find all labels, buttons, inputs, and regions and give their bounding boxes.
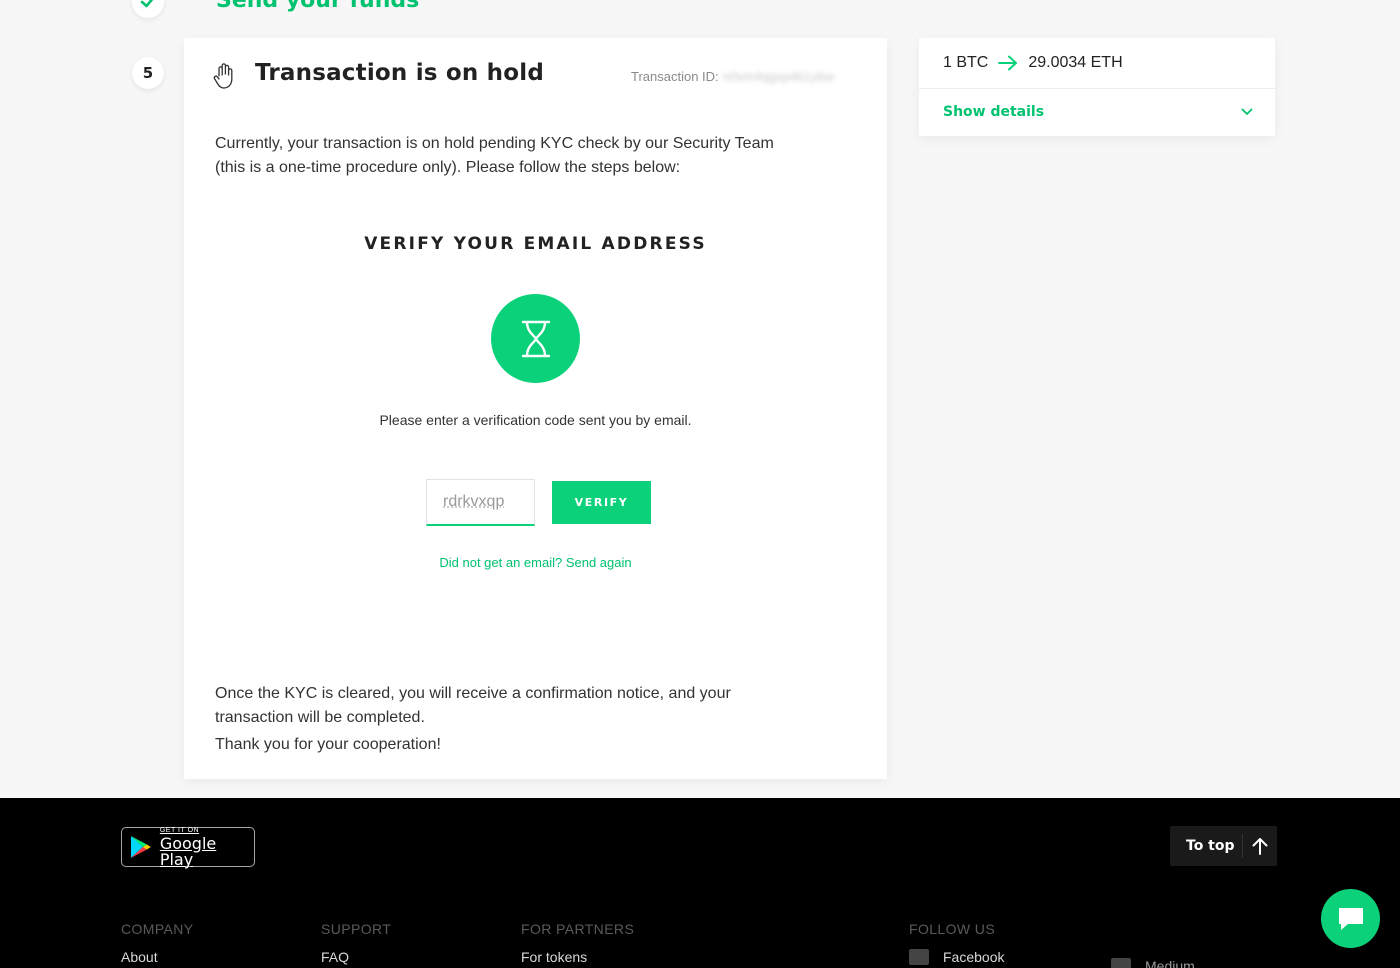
show-details-toggle[interactable]: Show details xyxy=(943,88,1253,136)
footer-column-follow-2: Medium xyxy=(1111,924,1195,968)
google-play-label: Google Play xyxy=(159,833,217,869)
google-play-badge[interactable]: GET IT ON Google Play xyxy=(121,827,255,867)
hand-icon xyxy=(213,63,233,89)
footer-link-faq[interactable]: FAQ xyxy=(321,949,391,965)
medium-icon xyxy=(1111,958,1131,968)
exchange-summary: 1 BTC 29.0034 ETH Show details xyxy=(919,38,1275,136)
arrow-right-icon xyxy=(998,55,1018,71)
footer-heading-support: SUPPORT xyxy=(321,921,392,937)
facebook-label: Facebook xyxy=(943,949,1005,965)
footer-column-support: SUPPORT FAQ xyxy=(321,921,391,965)
google-play-text: GET IT ON Google Play xyxy=(160,827,254,868)
verify-instructions: Please enter a verification code sent yo… xyxy=(379,412,692,428)
check-icon xyxy=(140,0,154,8)
transaction-id-value: n0vm4qgsp4k1y6w xyxy=(722,69,834,84)
google-play-small-label: GET IT ON xyxy=(159,826,200,834)
hold-explanation: Currently, your transaction is on hold p… xyxy=(215,135,774,176)
page-title: Transaction is on hold xyxy=(255,60,544,86)
chat-icon xyxy=(1338,907,1363,930)
transaction-card: Transaction is on hold Transaction ID: n… xyxy=(184,38,887,779)
footer-link-about[interactable]: About xyxy=(121,949,194,965)
footer-link-for-tokens[interactable]: For tokens xyxy=(521,949,634,965)
footer-column-company: COMPANY About xyxy=(121,921,194,965)
show-details-label: Show details xyxy=(943,104,1045,120)
kyc-cleared-text: Once the KYC is cleared, you will receiv… xyxy=(215,685,731,726)
thanks-text: Thank you for your cooperation! xyxy=(215,736,441,753)
page: Send your funds 5 Transaction is on hold… xyxy=(0,0,1400,968)
footer-heading-partners: FOR PARTNERS xyxy=(521,921,635,937)
verify-email-heading: VERIFY YOUR EMAIL ADDRESS xyxy=(364,234,707,254)
chevron-down-icon xyxy=(1241,108,1253,115)
transaction-id: Transaction ID: n0vm4qgsp4k1y6w xyxy=(631,69,834,84)
footer-heading-follow: FOLLOW US xyxy=(909,921,996,937)
footer-column-follow: FOLLOW US Facebook xyxy=(909,921,1004,965)
from-amount: 1 BTC xyxy=(943,54,989,71)
step-done-indicator xyxy=(132,0,164,18)
verification-code-input[interactable] xyxy=(426,479,535,526)
resend-email-link[interactable]: Did not get an email? Send again xyxy=(184,555,887,570)
to-amount: 29.0034 ETH xyxy=(1028,54,1123,71)
status-badge xyxy=(491,294,580,383)
transaction-id-label: Transaction ID: xyxy=(631,69,719,84)
verify-button[interactable]: VERIFY xyxy=(552,481,651,524)
medium-label: Medium xyxy=(1145,958,1195,968)
footer-link-facebook[interactable]: Facebook xyxy=(909,949,1004,965)
step-number: 5 xyxy=(132,57,164,89)
chat-button[interactable] xyxy=(1321,889,1380,948)
footer-column-partners: FOR PARTNERS For tokens xyxy=(521,921,634,965)
facebook-icon xyxy=(909,949,929,965)
arrow-up-icon xyxy=(1252,838,1268,855)
footer: GET IT ON Google Play To top COMPANY Abo… xyxy=(0,798,1400,968)
hourglass-icon xyxy=(521,320,550,357)
to-top-label: To top xyxy=(1186,838,1235,854)
google-play-icon xyxy=(130,836,151,858)
footer-link-medium[interactable]: Medium xyxy=(1111,958,1195,968)
to-top-button[interactable]: To top xyxy=(1170,826,1277,866)
previous-step-title: Send your funds xyxy=(216,0,420,13)
exchange-rate: 1 BTC 29.0034 ETH xyxy=(943,51,1123,75)
footer-heading-company: COMPANY xyxy=(121,921,194,937)
